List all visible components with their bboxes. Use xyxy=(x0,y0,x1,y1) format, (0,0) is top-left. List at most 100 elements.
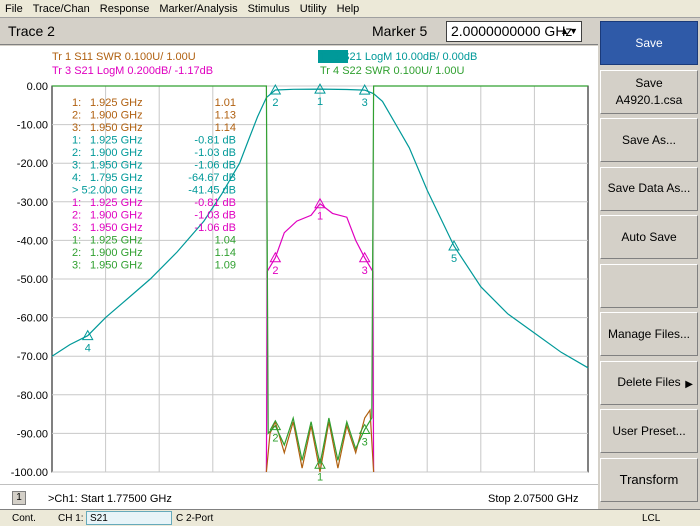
softkey-save[interactable]: Save xyxy=(600,21,698,65)
marker-table-cell: 1: xyxy=(72,135,81,147)
marker-number-10: 3 xyxy=(362,437,368,449)
menu-bar: File Trace/Chan Response Marker/Analysis Sti… xyxy=(0,0,700,18)
spinner-icon[interactable]: ▲▼ xyxy=(560,26,578,36)
y-tick-label: -70.00 xyxy=(17,351,48,363)
marker-table-cell: 2: xyxy=(72,110,81,122)
softkey-save-as[interactable]: Save As... xyxy=(600,118,698,162)
marker-number-4: 5 xyxy=(451,253,457,265)
softkey-user-preset[interactable]: User Preset... xyxy=(600,409,698,453)
marker-table-cell: 1.950 GHz xyxy=(90,222,143,234)
marker-table-cell: 3: xyxy=(72,260,81,272)
menu-item-help[interactable]: Help xyxy=(332,0,365,15)
marker-label: Marker 5 xyxy=(372,23,428,39)
menu-item-stimulus[interactable]: Stimulus xyxy=(243,0,295,15)
y-tick-label: -50.00 xyxy=(17,274,48,286)
marker-table-cell: 2: xyxy=(72,147,81,159)
marker-table-cell: 1.795 GHz xyxy=(90,172,143,184)
marker-table-cell: 1: xyxy=(72,97,81,109)
marker-table-cell: 1.14 xyxy=(215,247,236,259)
softkey-label: Save xyxy=(635,35,663,50)
marker-table-cell: 3: xyxy=(72,122,81,134)
active-trace-title: Trace 2 xyxy=(8,23,55,39)
menu-item-response[interactable]: Response xyxy=(95,0,155,15)
marker-frequency-input[interactable]: 2.0000000000 GHz ▲▼ xyxy=(446,21,582,42)
softkey-save-data-as[interactable]: Save Data As... xyxy=(600,166,698,211)
plot-area[interactable]: 0.00 -10.00 -20.00 -30.00 -40.00 -50.00 -60.00… xyxy=(0,46,598,509)
marker-table-cell: -0.81 dB xyxy=(194,135,236,147)
marker-number-2: 3 xyxy=(362,97,368,109)
marker-number-1: 2 xyxy=(272,97,278,109)
softkey-delete-files[interactable]: Delete Files ▶ xyxy=(600,360,698,405)
marker-number-0: 1 xyxy=(317,96,323,108)
softkey-label: Transform xyxy=(619,472,679,487)
marker-table-cell: 1.13 xyxy=(215,110,236,122)
marker-table-cell: 1.04 xyxy=(215,235,236,247)
chart-svg[interactable]: 0.00 -10.00 -20.00 -30.00 -40.00 -50.00 -60.00… xyxy=(0,46,598,484)
menu-item-utility[interactable]: Utility xyxy=(295,0,332,15)
softkey-label: Delete Files xyxy=(617,375,681,389)
y-tick-label: 0.00 xyxy=(27,81,48,93)
y-tick-label: -60.00 xyxy=(17,313,48,325)
marker-number-3: 4 xyxy=(85,343,91,355)
marker-table-cell: 1.950 GHz xyxy=(90,160,143,172)
softkey-blank[interactable] xyxy=(600,263,698,308)
marker-number-9: 2 xyxy=(272,433,278,445)
menu-item-marker-analysis[interactable]: Marker/Analysis xyxy=(154,0,242,15)
marker-table-cell: -41.45 dB xyxy=(188,185,236,197)
trace-header-1: Tr 1 S11 SWR 0.100U/ 1.00U xyxy=(52,51,196,63)
marker-table-cell: > 5: xyxy=(72,185,91,197)
marker-table-cell: 1.900 GHz xyxy=(90,247,143,259)
marker-table-cell: 2: xyxy=(72,210,81,222)
status-channel: CH 1: xyxy=(58,513,84,524)
y-tick-label: -10.00 xyxy=(17,120,48,132)
marker-table-cell: -0.81 dB xyxy=(194,197,236,209)
marker-number-7: 3 xyxy=(362,265,368,277)
marker-table-cell: 4: xyxy=(72,172,81,184)
status-bar: Cont. CH 1: S21 C 2-Port LCL xyxy=(0,509,700,526)
marker-table-cell: 1.925 GHz xyxy=(90,135,143,147)
stop-frequency: Stop 2.07500 GHz xyxy=(488,493,579,505)
marker-table-cell: 3: xyxy=(72,222,81,234)
marker-table-cell: 1.900 GHz xyxy=(90,110,143,122)
marker-number-8: 1 xyxy=(317,471,323,483)
y-tick-label: -20.00 xyxy=(17,158,48,170)
marker-table-cell: 1.01 xyxy=(215,97,236,109)
softkey-label: Save xyxy=(635,75,663,90)
status-calibration: C 2-Port xyxy=(176,513,214,524)
softkey-label: Manage Files... xyxy=(607,326,691,341)
softkey-auto-save[interactable]: Auto Save xyxy=(600,215,698,259)
softkey-save-file[interactable]: Save A4920.1.csa xyxy=(600,69,698,114)
menu-item-file[interactable]: File xyxy=(0,0,28,15)
softkey-sublabel: A4920.1.csa xyxy=(615,92,683,107)
marker-table-cell: 1.925 GHz xyxy=(90,235,143,247)
softkey-panel: Save Save A4920.1.csa Save As... Save Data A… xyxy=(598,19,700,509)
softkey-manage-files[interactable]: Manage Files... xyxy=(600,312,698,356)
status-lcl: LCL xyxy=(642,513,661,524)
submenu-arrow-icon: ▶ xyxy=(685,378,693,390)
marker-table-cell: 1.950 GHz xyxy=(90,122,143,134)
marker-table-cell: 1: xyxy=(72,197,81,209)
y-tick-label: -90.00 xyxy=(17,428,48,440)
marker-table-cell: -1.06 dB xyxy=(194,160,236,172)
menu-item-trace-chan[interactable]: Trace/Chan xyxy=(28,0,95,15)
y-tick-label: -30.00 xyxy=(17,197,48,209)
trace-header-3: Tr 3 S21 LogM 0.200dB/ -1.17dB xyxy=(52,65,213,77)
marker-table-cell: 2: xyxy=(72,247,81,259)
marker-table-cell: 1: xyxy=(72,235,81,247)
y-tick-label: -40.00 xyxy=(17,235,48,247)
softkey-label: Save Data As... xyxy=(607,181,691,195)
start-frequency: >Ch1: Start 1.77500 GHz xyxy=(48,493,172,505)
marker-table-cell: 1.900 GHz xyxy=(90,210,143,222)
y-tick-label: -100.00 xyxy=(11,467,48,479)
marker-table-cell: -64.67 dB xyxy=(188,172,236,184)
softkey-label: Auto Save xyxy=(621,229,677,244)
marker-table-cell: -1.03 dB xyxy=(194,210,236,222)
status-parameter[interactable]: S21 xyxy=(86,511,172,525)
softkey-label: Save As... xyxy=(621,132,677,147)
softkey-transform[interactable]: Transform xyxy=(600,457,698,502)
channel-number[interactable]: 1 xyxy=(12,491,26,505)
trace-header-2: Tr 2 S21 LogM 10.00dB/ 0.00dB xyxy=(320,51,477,63)
trace-header-4: Tr 4 S22 SWR 0.100U/ 1.00U xyxy=(320,65,465,77)
plot-footer: 1 >Ch1: Start 1.77500 GHz Stop 2.07500 G… xyxy=(0,484,598,509)
marker-table-cell: 1.14 xyxy=(215,122,236,134)
